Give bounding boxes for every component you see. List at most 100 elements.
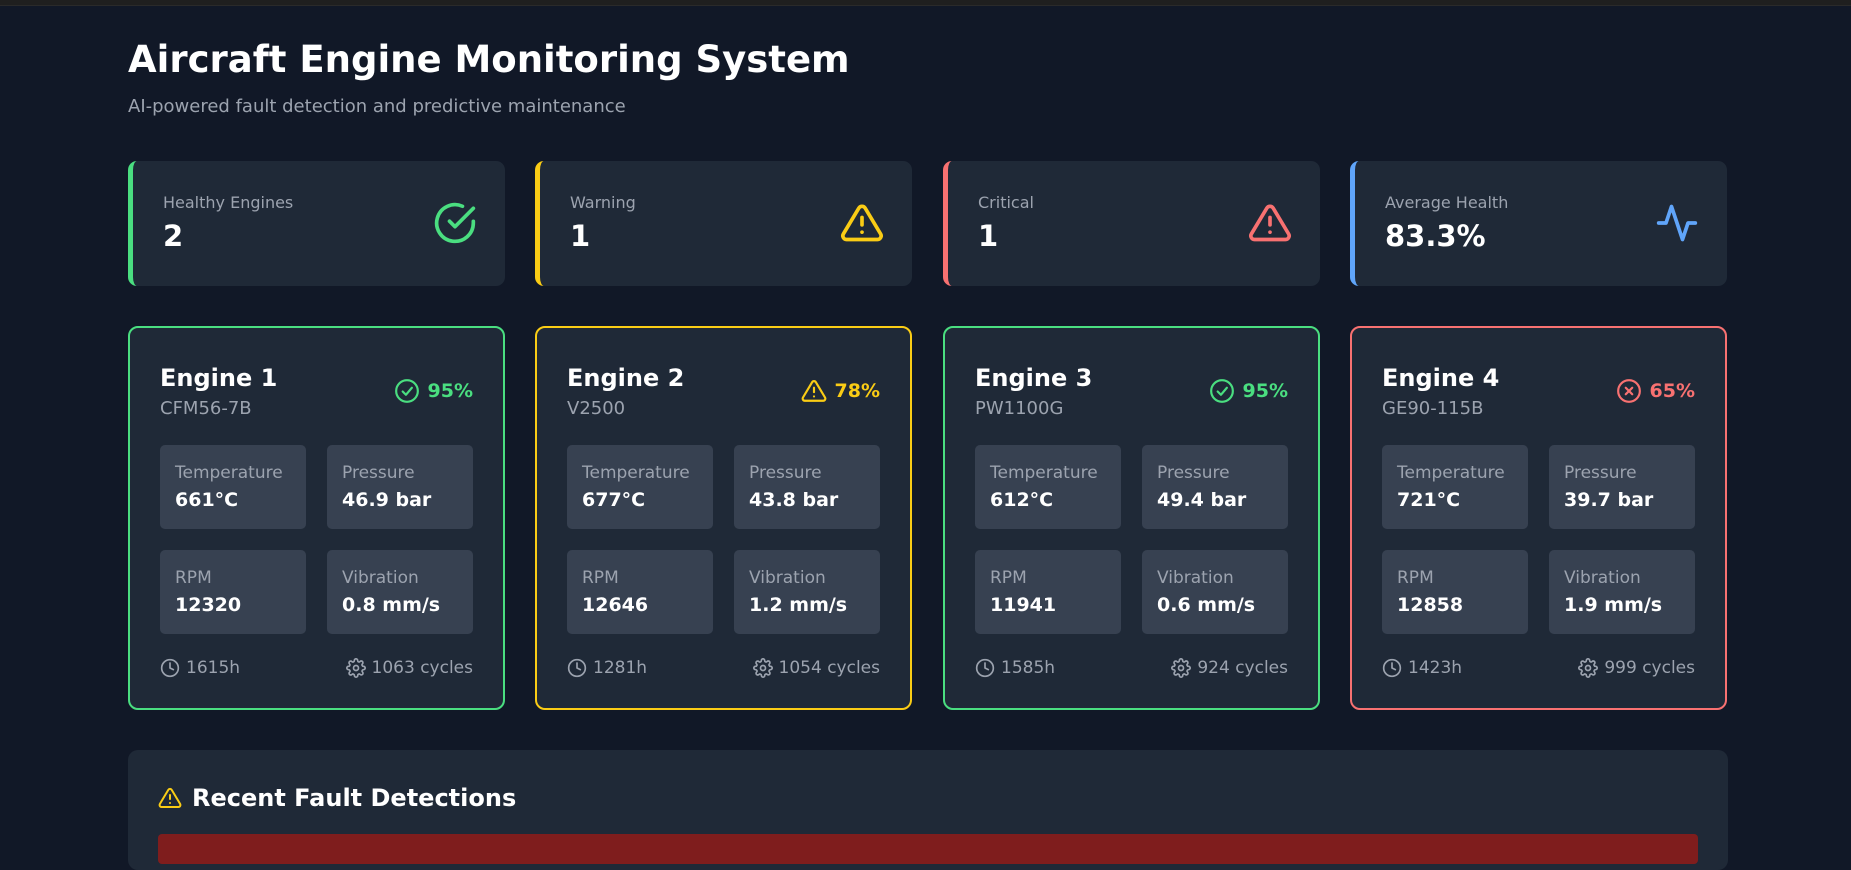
stat-value: 1: [978, 219, 999, 253]
metric-label: RPM: [990, 568, 1027, 588]
stat-card-warning: Warning 1: [535, 161, 912, 286]
metric-value: 39.7 bar: [1564, 489, 1654, 511]
metric-value: 721°C: [1397, 489, 1461, 511]
engine-hours-value: 1615h: [186, 658, 241, 678]
stat-value: 1: [570, 219, 591, 253]
metric-vibration: Vibration 0.6 mm/s: [1142, 550, 1288, 634]
gear-icon: [752, 658, 773, 678]
metric-pressure: Pressure 46.9 bar: [327, 445, 473, 529]
engine-model: V2500: [567, 398, 626, 419]
metric-label: Temperature: [990, 463, 1098, 483]
check-circle-icon: [1209, 379, 1234, 403]
engine-hours: 1615h: [160, 658, 240, 678]
metric-label: Temperature: [582, 463, 690, 483]
metric-label: Vibration: [1564, 568, 1641, 588]
stat-card-critical: Critical 1: [943, 161, 1320, 286]
engine-health-badge: 65%: [1616, 378, 1695, 404]
window-top-border: [0, 0, 1851, 6]
metric-rpm: RPM 11941: [975, 550, 1121, 634]
metric-value: 1.2 mm/s: [749, 594, 848, 616]
engine-card[interactable]: Engine 2 V2500 78% Temperature 677°C Pre…: [535, 326, 912, 710]
engine-name: Engine 3: [975, 364, 1093, 392]
engine-card[interactable]: Engine 1 CFM56-7B 95% Temperature 661°C …: [128, 326, 505, 710]
stat-label: Average Health: [1385, 193, 1509, 212]
page-title: Aircraft Engine Monitoring System: [128, 38, 850, 81]
engine-model: PW1100G: [975, 398, 1064, 419]
metric-value: 677°C: [582, 489, 646, 511]
check-circle-icon: [394, 379, 419, 403]
metric-rpm: RPM 12646: [567, 550, 713, 634]
engine-cycles-value: 924 cycles: [1197, 658, 1288, 678]
gear-icon: [1578, 658, 1599, 678]
metric-value: 612°C: [990, 489, 1054, 511]
metric-value: 12646: [582, 594, 649, 616]
alert-triangle-icon: [158, 787, 182, 808]
engine-hours-value: 1585h: [1001, 658, 1056, 678]
fault-detections-header: Recent Fault Detections: [158, 784, 516, 812]
engine-cycles: 924 cycles: [1171, 658, 1288, 678]
engine-cycles: 1054 cycles: [752, 658, 880, 678]
alert-triangle-icon: [841, 204, 883, 242]
engine-hours: 1281h: [567, 658, 647, 678]
metric-value: 0.6 mm/s: [1157, 594, 1256, 616]
metric-value: 43.8 bar: [749, 489, 839, 511]
metric-vibration: Vibration 1.2 mm/s: [734, 550, 880, 634]
metric-temperature: Temperature 721°C: [1382, 445, 1528, 529]
engine-health-value: 65%: [1649, 380, 1695, 402]
engine-hours-value: 1281h: [593, 658, 648, 678]
fault-detections-title: Recent Fault Detections: [192, 784, 517, 812]
engine-card[interactable]: Engine 4 GE90-115B 65% Temperature 721°C…: [1350, 326, 1727, 710]
metric-label: Vibration: [342, 568, 419, 588]
fault-detections-panel: Recent Fault Detections: [128, 750, 1728, 870]
engine-cycles-value: 999 cycles: [1604, 658, 1695, 678]
engine-hours: 1585h: [975, 658, 1055, 678]
fault-alert-row[interactable]: [158, 834, 1698, 864]
stat-value: 2: [163, 219, 184, 253]
engine-cycles-value: 1054 cycles: [778, 658, 880, 678]
metric-value: 49.4 bar: [1157, 489, 1247, 511]
stat-label: Warning: [570, 193, 636, 212]
engine-health-badge: 95%: [1209, 378, 1288, 404]
engine-name: Engine 4: [1382, 364, 1500, 392]
metric-value: 12320: [175, 594, 242, 616]
x-circle-icon: [1616, 379, 1641, 403]
engine-hours: 1423h: [1382, 658, 1462, 678]
metric-value: 1.9 mm/s: [1564, 594, 1663, 616]
metric-label: Pressure: [1157, 463, 1230, 483]
metric-label: RPM: [175, 568, 212, 588]
stat-label: Critical: [978, 193, 1034, 212]
engine-name: Engine 1: [160, 364, 278, 392]
engine-health-badge: 78%: [801, 378, 880, 404]
engine-health-value: 95%: [1242, 380, 1288, 402]
metric-label: Vibration: [1157, 568, 1234, 588]
stat-card-healthy: Healthy Engines 2: [128, 161, 505, 286]
engine-name: Engine 2: [567, 364, 685, 392]
check-circle-icon: [434, 202, 476, 244]
metric-value: 0.8 mm/s: [342, 594, 441, 616]
engine-hours-value: 1423h: [1408, 658, 1463, 678]
engine-cycles: 999 cycles: [1578, 658, 1695, 678]
alert-triangle-icon: [801, 380, 826, 402]
summary-stats: Healthy Engines 2 Warning 1 Critical 1 A…: [128, 161, 1728, 286]
engine-grid: Engine 1 CFM56-7B 95% Temperature 661°C …: [128, 326, 1728, 710]
engine-health-value: 78%: [834, 380, 880, 402]
metric-value: 46.9 bar: [342, 489, 432, 511]
engine-health-value: 95%: [427, 380, 473, 402]
metric-label: Pressure: [342, 463, 415, 483]
engine-model: CFM56-7B: [160, 398, 252, 419]
clock-icon: [160, 658, 180, 678]
metric-label: Pressure: [1564, 463, 1637, 483]
metric-pressure: Pressure 39.7 bar: [1549, 445, 1695, 529]
metric-pressure: Pressure 43.8 bar: [734, 445, 880, 529]
metric-vibration: Vibration 0.8 mm/s: [327, 550, 473, 634]
stat-value: 83.3%: [1385, 219, 1486, 253]
metric-label: RPM: [582, 568, 619, 588]
clock-icon: [1382, 658, 1402, 678]
metric-label: RPM: [1397, 568, 1434, 588]
page-subtitle: AI-powered fault detection and predictiv…: [128, 96, 626, 117]
metric-label: Pressure: [749, 463, 822, 483]
metric-rpm: RPM 12858: [1382, 550, 1528, 634]
metric-rpm: RPM 12320: [160, 550, 306, 634]
engine-health-badge: 95%: [394, 378, 473, 404]
engine-card[interactable]: Engine 3 PW1100G 95% Temperature 612°C P…: [943, 326, 1320, 710]
